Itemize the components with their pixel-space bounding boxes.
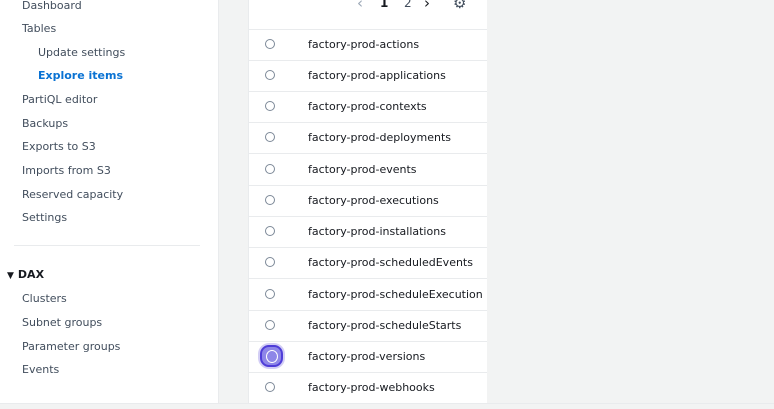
- table-name: factory-prod-versions: [308, 350, 426, 363]
- table-name: factory-prod-events: [308, 163, 417, 176]
- pagination: ‹ 1 2 › ⚙: [249, 0, 487, 30]
- table-name: factory-prod-scheduleStarts: [308, 319, 462, 332]
- page-bottom-edge: [0, 403, 774, 409]
- nav-divider: [14, 245, 200, 246]
- table-name: factory-prod-contexts: [308, 100, 427, 113]
- nav-item-imports-from-s3[interactable]: Imports from S3: [22, 164, 111, 177]
- table-row[interactable]: factory-prod-scheduleStarts: [249, 310, 487, 342]
- page-1-button[interactable]: 1: [380, 0, 388, 10]
- table-select-radio[interactable]: [265, 257, 275, 267]
- nav-item-backups[interactable]: Backups: [22, 117, 68, 130]
- nav-item-settings[interactable]: Settings: [22, 211, 67, 224]
- previous-page-icon[interactable]: ‹: [357, 0, 363, 12]
- table-row[interactable]: factory-prod-installations: [249, 216, 487, 248]
- nav-item-tables[interactable]: Tables: [22, 22, 56, 35]
- table-select-radio[interactable]: [265, 70, 275, 80]
- caret-down-icon: ▼: [7, 271, 14, 281]
- table-name: factory-prod-actions: [308, 38, 420, 51]
- table-name: factory-prod-applications: [308, 69, 446, 82]
- table-name: factory-prod-webhooks: [308, 381, 435, 394]
- table-row[interactable]: factory-prod-contexts: [249, 91, 487, 123]
- table-select-radio[interactable]: [265, 289, 275, 299]
- nav-item-clusters[interactable]: Clusters: [22, 292, 67, 305]
- table-row[interactable]: factory-prod-scheduledEvents: [249, 247, 487, 279]
- table-select-radio[interactable]: [265, 164, 275, 174]
- table-row[interactable]: factory-prod-webhooks: [249, 372, 487, 403]
- table-row[interactable]: factory-prod-events: [249, 154, 487, 186]
- next-page-icon[interactable]: ›: [424, 0, 430, 12]
- nav-item-partiql-editor[interactable]: PartiQL editor: [22, 93, 97, 106]
- table-name: factory-prod-scheduleExecution: [308, 288, 483, 301]
- nav-item-subnet-groups[interactable]: Subnet groups: [22, 316, 102, 329]
- table-row[interactable]: factory-prod-applications: [249, 60, 487, 92]
- tables-list-panel: ‹ 1 2 › ⚙ factory-prod-actions factory-p…: [248, 0, 488, 403]
- table-select-radio[interactable]: [265, 101, 275, 111]
- table-row[interactable]: factory-prod-versions: [249, 341, 487, 373]
- nav-item-dashboard[interactable]: Dashboard: [22, 0, 82, 12]
- table-select-radio[interactable]: [265, 382, 275, 392]
- table-name: factory-prod-scheduledEvents: [308, 256, 473, 269]
- content-background: [487, 0, 774, 403]
- table-row[interactable]: factory-prod-deployments: [249, 122, 487, 154]
- table-name: factory-prod-installations: [308, 225, 446, 238]
- nav-item-explore-items[interactable]: Explore items: [38, 69, 123, 82]
- table-row[interactable]: factory-prod-scheduleExecution: [249, 279, 487, 311]
- dax-section-label: DAX: [17, 268, 45, 281]
- table-row[interactable]: factory-prod-executions: [249, 185, 487, 217]
- table-select-radio[interactable]: [265, 39, 275, 49]
- nav-item-update-settings[interactable]: Update settings: [38, 46, 125, 59]
- gear-icon[interactable]: ⚙: [453, 0, 466, 12]
- page-2-button[interactable]: 2: [404, 0, 412, 10]
- table-row[interactable]: factory-prod-actions: [249, 29, 487, 61]
- nav-item-exports-to-s3[interactable]: Exports to S3: [22, 140, 96, 153]
- table-select-radio[interactable]: [265, 226, 275, 236]
- nav-item-events[interactable]: Events: [22, 363, 59, 376]
- table-name: factory-prod-executions: [308, 194, 439, 207]
- sidebar-nav: Dashboard Tables Update settings Explore…: [0, 0, 219, 403]
- table-select-radio[interactable]: [265, 132, 275, 142]
- table-select-radio[interactable]: [265, 320, 275, 330]
- table-select-radio[interactable]: [265, 195, 275, 205]
- table-select-radio-focused[interactable]: [260, 345, 283, 367]
- dax-section-toggle[interactable]: ▼ DAX: [7, 268, 44, 281]
- nav-item-reserved-capacity[interactable]: Reserved capacity: [22, 188, 123, 201]
- table-name: factory-prod-deployments: [308, 131, 451, 144]
- nav-item-parameter-groups[interactable]: Parameter groups: [22, 340, 120, 353]
